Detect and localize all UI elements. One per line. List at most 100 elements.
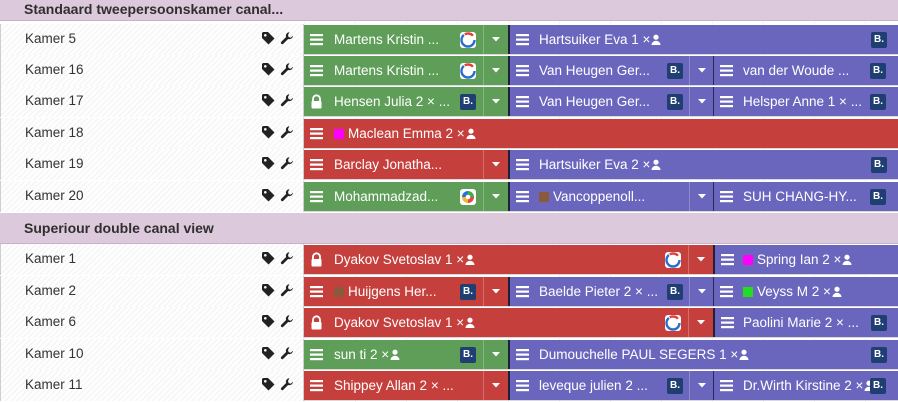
room-row: Kamer 19 Barclay Jonatha... Hartsuiker E…: [0, 149, 898, 180]
menu-icon[interactable]: [516, 347, 529, 362]
menu-icon[interactable]: [516, 284, 529, 299]
tag-icon[interactable]: [261, 125, 275, 139]
booking-dropdown[interactable]: [688, 245, 713, 274]
menu-icon[interactable]: [720, 94, 733, 109]
group-header-standard: Standaard tweepersoonskamer canal...: [0, 0, 898, 21]
booking-block[interactable]: Spring Ian 2 ×: [713, 245, 898, 274]
booking-dropdown[interactable]: [483, 340, 508, 369]
booking-dropdown[interactable]: [689, 182, 713, 211]
menu-icon[interactable]: [516, 94, 529, 109]
booking-block[interactable]: Hartsuiker Eva 2 × B.: [508, 150, 898, 179]
refresh-source-icon: [460, 189, 476, 205]
booking-block[interactable]: Hensen Julia 2 × ... B.: [304, 87, 508, 116]
guest-name: SUH CHANG-HY...: [743, 189, 857, 204]
tag-icon[interactable]: [261, 251, 275, 265]
booking-block[interactable]: SUH CHANG-HY... B.: [713, 182, 898, 211]
menu-icon[interactable]: [310, 126, 323, 141]
tag-icon[interactable]: [261, 314, 275, 328]
menu-icon[interactable]: [310, 284, 323, 299]
menu-icon[interactable]: [720, 63, 733, 78]
chevron-down-icon: [698, 99, 706, 104]
person-icon: [390, 349, 400, 360]
tag-icon[interactable]: [261, 346, 275, 360]
booking-source-badge: B.: [871, 32, 887, 48]
wrench-icon[interactable]: [280, 283, 294, 297]
booking-dropdown[interactable]: [483, 56, 508, 85]
booking-dropdown[interactable]: [483, 182, 508, 211]
menu-icon[interactable]: [310, 32, 323, 47]
booking-block[interactable]: Shippey Allan 2 × ...: [304, 371, 508, 400]
menu-icon[interactable]: [721, 252, 734, 267]
booking-dropdown[interactable]: [483, 25, 508, 54]
tag-icon[interactable]: [261, 377, 275, 391]
booking-dropdown[interactable]: [688, 308, 713, 337]
booking-block[interactable]: Martens Kristin ...: [304, 56, 508, 85]
room-row: Kamer 10 sun ti 2 × B. Dumouchelle PAUL …: [0, 339, 898, 370]
menu-icon[interactable]: [516, 32, 529, 47]
booking-dropdown[interactable]: [689, 277, 713, 306]
chevron-down-icon: [492, 352, 500, 357]
booking-block[interactable]: Dyakov Svetoslav 1 ×: [304, 308, 713, 337]
booking-block[interactable]: Veyss M 2 ×: [713, 277, 898, 306]
menu-icon[interactable]: [720, 378, 733, 393]
booking-block[interactable]: Vancoppenoll...: [508, 182, 713, 211]
person-icon: [651, 34, 661, 45]
tag-icon[interactable]: [261, 62, 275, 76]
wrench-icon[interactable]: [280, 62, 294, 76]
booking-block[interactable]: leveque julien 2 ... B.: [508, 371, 713, 400]
tag-icon[interactable]: [261, 283, 275, 297]
booking-block[interactable]: van der Woude ... B.: [713, 56, 898, 85]
booking-block[interactable]: Huijgens Her... B.: [304, 277, 508, 306]
menu-icon[interactable]: [516, 157, 529, 172]
booking-block[interactable]: Helsper Anne 1 × ... B.: [713, 87, 898, 116]
tag-icon[interactable]: [261, 93, 275, 107]
wrench-icon[interactable]: [280, 93, 294, 107]
booking-block[interactable]: Van Heugen Ger... B.: [508, 87, 713, 116]
menu-icon[interactable]: [516, 189, 529, 204]
menu-icon[interactable]: [721, 315, 734, 330]
wrench-icon[interactable]: [280, 251, 294, 265]
wrench-icon[interactable]: [280, 346, 294, 360]
booking-block[interactable]: Maclean Emma 2 ×: [304, 119, 898, 148]
refresh-source-icon: [665, 252, 681, 268]
booking-dropdown[interactable]: [689, 371, 713, 400]
guest-name: Barclay Jonatha...: [334, 157, 443, 172]
booking-dropdown[interactable]: [689, 87, 713, 116]
booking-block[interactable]: Van Heugen Ger... B.: [508, 56, 713, 85]
menu-icon[interactable]: [516, 378, 529, 393]
room-cell: Kamer 6: [0, 307, 304, 338]
booking-block[interactable]: Hartsuiker Eva 1 × B.: [508, 25, 898, 54]
wrench-icon[interactable]: [280, 125, 294, 139]
wrench-icon[interactable]: [280, 314, 294, 328]
booking-block[interactable]: Barclay Jonatha...: [304, 150, 508, 179]
menu-icon[interactable]: [310, 189, 323, 204]
booking-block[interactable]: Paolini Marie 2 × ... B.: [713, 308, 898, 337]
wrench-icon[interactable]: [280, 31, 294, 45]
booking-dropdown[interactable]: [689, 56, 713, 85]
tag-icon[interactable]: [261, 156, 275, 170]
menu-icon[interactable]: [310, 63, 323, 78]
menu-icon[interactable]: [516, 63, 529, 78]
menu-icon[interactable]: [310, 378, 323, 393]
menu-icon[interactable]: [310, 157, 323, 172]
booking-dropdown[interactable]: [483, 87, 508, 116]
wrench-icon[interactable]: [280, 188, 294, 202]
wrench-icon[interactable]: [280, 156, 294, 170]
tag-icon[interactable]: [261, 188, 275, 202]
booking-dropdown[interactable]: [483, 150, 508, 179]
wrench-icon[interactable]: [280, 377, 294, 391]
guest-name: Vancoppenoll...: [539, 182, 645, 211]
booking-block[interactable]: Dumouchelle PAUL SEGERS 1 × B.: [508, 340, 898, 369]
menu-icon[interactable]: [720, 189, 733, 204]
tag-icon[interactable]: [261, 31, 275, 45]
booking-block[interactable]: Baelde Pieter 2 × ... B.: [508, 277, 713, 306]
booking-block[interactable]: sun ti 2 × B.: [304, 340, 508, 369]
booking-block[interactable]: Dyakov Svetoslav 1 ×: [304, 245, 713, 274]
booking-dropdown[interactable]: [483, 371, 508, 400]
booking-block[interactable]: Mohammadzad...: [304, 182, 508, 211]
booking-block[interactable]: Dr.Wirth Kirstine 2 × B.: [713, 371, 898, 400]
booking-dropdown[interactable]: [483, 277, 508, 306]
menu-icon[interactable]: [720, 284, 733, 299]
menu-icon[interactable]: [310, 347, 323, 362]
booking-block[interactable]: Martens Kristin ...: [304, 25, 508, 54]
